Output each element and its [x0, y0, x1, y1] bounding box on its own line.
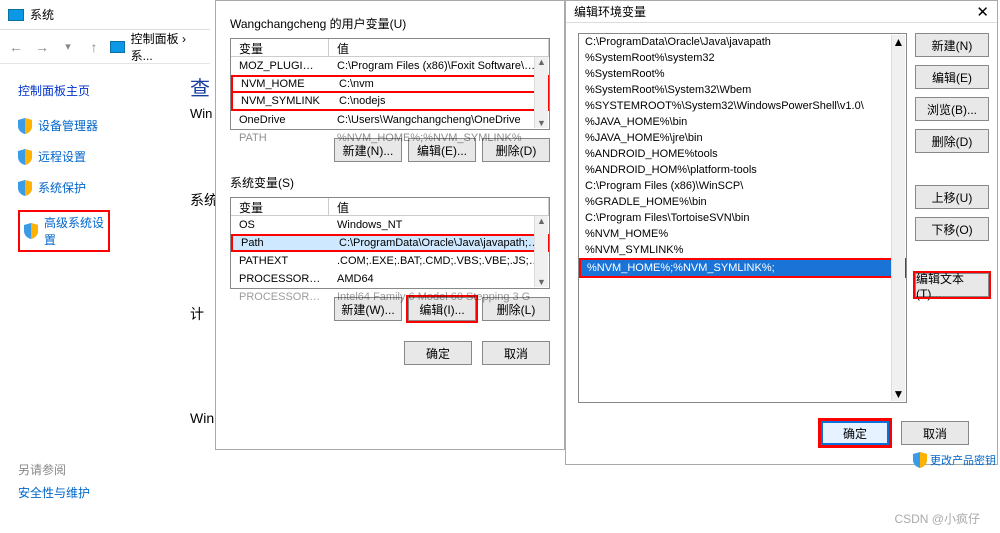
recent-icon[interactable]: ▾ [58, 36, 78, 58]
watermark: CSDN @小疯仔 [894, 510, 980, 527]
list-header: 变量 值 [231, 198, 549, 216]
path-list[interactable]: C:\ProgramData\Oracle\Java\javapath %Sys… [578, 33, 907, 403]
nav-bar: ← → ▾ ↑ 控制面板 › 系... [0, 30, 210, 64]
list-item[interactable]: %ANDROID_HOM%\platform-tools [579, 162, 906, 178]
shield-icon [18, 118, 32, 134]
ok-button[interactable]: 确定 [404, 341, 472, 365]
close-icon[interactable]: ✕ [976, 3, 989, 21]
partial-text: 查 [190, 72, 210, 101]
path-edit-button[interactable]: 编辑(E) [915, 65, 989, 89]
system-title: 系统 [30, 6, 54, 23]
forward-icon[interactable]: → [32, 36, 52, 58]
scroll-down-icon[interactable]: ▼ [537, 277, 546, 287]
list-item[interactable]: C:\Program Files (x86)\WinSCP\ [579, 178, 906, 194]
shield-icon [18, 180, 32, 196]
shield-icon [913, 452, 927, 468]
list-item[interactable]: %JAVA_HOME%\jre\bin [579, 130, 906, 146]
see-also-security-link[interactable]: 安全性与维护 [18, 484, 90, 501]
list-item[interactable]: %ANDROID_HOME%tools [579, 146, 906, 162]
scroll-down-icon[interactable]: ▼ [537, 118, 546, 128]
partial-text: Win [190, 410, 214, 426]
list-item[interactable]: %SystemRoot% [579, 66, 906, 82]
highlighted-item-wrap: %NVM_HOME%;%NVM_SYMLINK%; [579, 258, 906, 278]
list-item[interactable]: %GRADLE_HOME%\bin [579, 194, 906, 210]
system-window: 系统 ← → ▾ ↑ 控制面板 › 系... 控制面板主页 设备管理器 远程设置… [0, 0, 210, 533]
table-row[interactable]: PATH%NVM_HOME%;%NVM_SYMLINK% [231, 129, 549, 147]
edit-path-dialog: 编辑环境变量 ✕ C:\ProgramData\Oracle\Java\java… [565, 0, 998, 465]
path-buttons: 新建(N) 编辑(E) 浏览(B)... 删除(D) 上移(U) 下移(O) 编… [915, 33, 989, 403]
path-ok-button[interactable]: 确定 [821, 421, 889, 445]
shield-icon [24, 223, 38, 239]
table-row[interactable]: PROCESSOR_AR...AMD64 [231, 270, 549, 288]
table-row[interactable]: NVM_SYMLINKC:\nodejs [231, 93, 549, 111]
partial-text: Win [190, 106, 212, 121]
sidebar-item-advanced[interactable]: 高级系统设置 [18, 210, 110, 252]
system-sidebar: 控制面板主页 设备管理器 远程设置 系统保护 高级系统设置 [0, 64, 210, 252]
see-also: 另请参阅 安全性与维护 [18, 455, 90, 507]
system-icon [8, 9, 24, 21]
table-row[interactable]: PROCESSOR_IDEIntel64 Family 6 Model 60 S… [231, 288, 549, 306]
path-delete-button[interactable]: 删除(D) [915, 129, 989, 153]
header-variable: 变量 [231, 198, 329, 215]
table-row[interactable]: MOZ_PLUGIN_PA...C:\Program Files (x86)\F… [231, 57, 549, 75]
path-moveup-button[interactable]: 上移(U) [915, 185, 989, 209]
sidebar-item-label: 设备管理器 [38, 117, 98, 134]
sidebar-item-label: 高级系统设置 [44, 214, 104, 248]
shield-icon [18, 149, 32, 165]
list-item[interactable]: C:\Program Files\TortoiseSVN\bin [579, 210, 906, 226]
list-item[interactable]: %SYSTEMROOT%\System32\WindowsPowerShell\… [579, 98, 906, 114]
sidebar-item-label: 远程设置 [38, 148, 86, 165]
user-vars-list[interactable]: 变量 值 MOZ_PLUGIN_PA...C:\Program Files (x… [230, 38, 550, 130]
list-item[interactable]: %SystemRoot%\system32 [579, 50, 906, 66]
header-value: 值 [329, 198, 549, 215]
sidebar-item-device-manager[interactable]: 设备管理器 [18, 117, 200, 134]
path-cancel-button[interactable]: 取消 [901, 421, 969, 445]
breadcrumb[interactable]: 控制面板 › 系... [131, 30, 204, 64]
table-row[interactable]: PATHEXT.COM;.EXE;.BAT;.CMD;.VBS;.VBE;.JS… [231, 252, 549, 270]
env-vars-dialog: Wangchangcheng 的用户变量(U) 变量 值 MOZ_PLUGIN_… [215, 0, 565, 450]
system-vars-list[interactable]: 变量 值 OSWindows_NT PathC:\ProgramData\Ora… [230, 197, 550, 289]
partial-text: 系统 [190, 190, 218, 210]
list-item[interactable]: %JAVA_HOME%\bin [579, 114, 906, 130]
user-vars-group-label: Wangchangcheng 的用户变量(U) [230, 15, 550, 32]
table-row[interactable]: NVM_HOMEC:\nvm [231, 75, 549, 93]
header-value: 值 [329, 39, 549, 56]
dialog-title: 编辑环境变量 [574, 3, 646, 20]
path-movedown-button[interactable]: 下移(O) [915, 217, 989, 241]
header-variable: 变量 [231, 39, 329, 56]
list-item[interactable]: %NVM_HOME% [579, 226, 906, 242]
list-item[interactable]: %NVM_SYMLINK% [579, 242, 906, 258]
system-titlebar: 系统 [0, 0, 210, 30]
cancel-button[interactable]: 取消 [482, 341, 550, 365]
scroll-up-icon[interactable]: ▲ [537, 216, 546, 226]
up-icon[interactable]: ↑ [84, 36, 104, 58]
system-vars-group-label: 系统变量(S) [230, 174, 550, 191]
table-row[interactable]: OSWindows_NT [231, 216, 549, 234]
scroll-up-icon[interactable]: ▲ [537, 57, 546, 67]
change-product-key-link[interactable]: 更改产品密钥 [913, 452, 996, 468]
scroll-up-icon[interactable]: ▲ [893, 35, 905, 49]
sidebar-item-label: 系统保护 [38, 179, 86, 196]
scrollbar[interactable]: ▲▼ [891, 35, 905, 401]
partial-text: 计 [190, 304, 204, 324]
path-edittext-button[interactable]: 编辑文本(T)... [915, 273, 989, 297]
list-item[interactable]: %SystemRoot%\System32\Wbem [579, 82, 906, 98]
table-row[interactable]: PathC:\ProgramData\Oracle\Java\javapath;… [231, 234, 549, 252]
see-also-label: 另请参阅 [18, 461, 90, 478]
scrollbar[interactable]: ▲▼ [534, 57, 548, 128]
monitor-icon [110, 41, 125, 53]
path-new-button[interactable]: 新建(N) [915, 33, 989, 57]
sidebar-item-remote[interactable]: 远程设置 [18, 148, 200, 165]
control-panel-home-link[interactable]: 控制面板主页 [18, 82, 200, 99]
sidebar-item-protection[interactable]: 系统保护 [18, 179, 200, 196]
list-header: 变量 值 [231, 39, 549, 57]
table-row[interactable]: OneDriveC:\Users\Wangchangcheng\OneDrive [231, 111, 549, 129]
list-item[interactable]: C:\ProgramData\Oracle\Java\javapath [579, 34, 906, 50]
scroll-down-icon[interactable]: ▼ [893, 387, 905, 401]
back-icon[interactable]: ← [6, 36, 26, 58]
path-browse-button[interactable]: 浏览(B)... [915, 97, 989, 121]
dialog-titlebar: 编辑环境变量 ✕ [566, 1, 997, 23]
scrollbar[interactable]: ▲▼ [534, 216, 548, 287]
list-item-selected[interactable]: %NVM_HOME%;%NVM_SYMLINK%; [581, 260, 904, 276]
